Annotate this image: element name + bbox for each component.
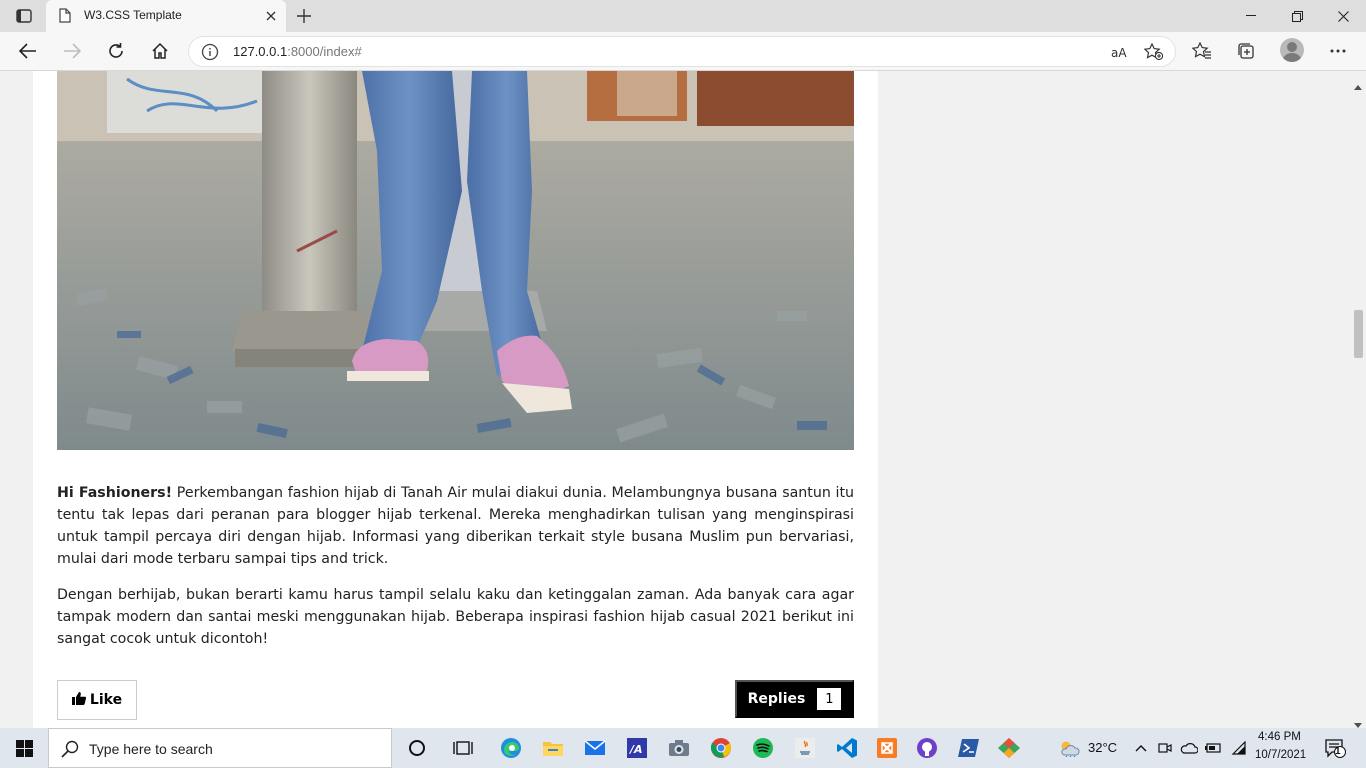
git-icon[interactable] [996, 736, 1022, 760]
github-desktop-icon[interactable] [914, 736, 940, 760]
search-placeholder: Type here to search [89, 741, 213, 757]
like-button[interactable]: Like [57, 680, 137, 720]
restore-icon[interactable] [1274, 0, 1320, 32]
blog-post-card: Hi Fashioners! Perkembangan fashion hija… [33, 71, 878, 728]
post-photo [57, 71, 854, 450]
spotify-icon[interactable] [750, 736, 776, 760]
like-label: Like [89, 692, 123, 708]
replies-button[interactable]: Replies 1 [735, 680, 854, 718]
task-view-icon[interactable] [450, 736, 476, 760]
vscode-icon[interactable] [834, 736, 860, 760]
close-window-icon[interactable] [1320, 0, 1366, 32]
wifi-icon[interactable] [1226, 736, 1252, 760]
page-viewport: Hi Fashioners! Perkembangan fashion hija… [0, 71, 1350, 728]
replies-label: Replies [747, 691, 806, 707]
powershell-icon[interactable] [956, 736, 982, 760]
collections-icon[interactable] [1231, 37, 1261, 65]
java-icon[interactable] [792, 736, 818, 760]
chevron-up-icon[interactable] [1128, 736, 1154, 760]
svg-text:/A: /A [628, 743, 643, 756]
minimize-icon[interactable] [1228, 0, 1274, 32]
tab-actions-icon[interactable] [10, 6, 38, 26]
favorites-icon[interactable] [1187, 37, 1217, 65]
scrollbar-thumb[interactable] [1354, 310, 1363, 358]
thumbs-up-icon [71, 691, 86, 709]
read-aloud-icon[interactable]: aA [1109, 42, 1131, 62]
back-arrow-icon[interactable] [13, 37, 43, 65]
windows-taskbar: Type here to search /A 32°C 4:46 PM 10/7… [0, 728, 1366, 768]
article-greeting: Hi Fashioners! [57, 485, 173, 501]
profile-avatar[interactable] [1280, 38, 1304, 62]
weather-icon[interactable] [1056, 736, 1082, 760]
file-explorer-icon[interactable] [540, 736, 566, 760]
article-paragraph-1: Hi Fashioners! Perkembangan fashion hija… [57, 482, 854, 570]
home-icon[interactable] [145, 37, 175, 65]
clock-time[interactable]: 4:46 PM [1258, 731, 1301, 743]
address-bar[interactable]: 127.0.0.1:8000/index# aA [188, 36, 1176, 67]
tab-title: W3.CSS Template [84, 8, 182, 22]
browser-toolbar: 127.0.0.1:8000/index# aA [0, 32, 1366, 71]
search-icon [61, 740, 79, 762]
page-scrollbar[interactable] [1350, 71, 1366, 728]
windows-start-icon[interactable] [0, 728, 48, 768]
replies-count-badge: 1 [817, 688, 842, 710]
url-host: 127.0.0.1 [233, 44, 288, 59]
edge-icon[interactable] [498, 736, 524, 760]
chrome-icon[interactable] [708, 736, 734, 760]
xampp-icon[interactable] [874, 736, 900, 760]
forward-arrow-icon[interactable] [57, 37, 87, 65]
camera-icon[interactable] [666, 736, 692, 760]
scroll-up-icon[interactable] [1354, 75, 1362, 94]
info-icon[interactable] [201, 43, 219, 65]
new-tab-icon[interactable] [292, 5, 316, 27]
url-text: 127.0.0.1:8000/index# [233, 44, 362, 59]
onedrive-icon[interactable] [1176, 736, 1202, 760]
article-paragraph-2: Dengan berhijab, bukan berarti kamu haru… [57, 587, 854, 647]
taskbar-search-input[interactable]: Type here to search [48, 728, 392, 768]
article-paragraph-1-text: Perkembangan fashion hijab di Tanah Air … [57, 485, 855, 567]
mail-icon[interactable] [582, 736, 608, 760]
browser-tab[interactable]: W3.CSS Template [46, 0, 286, 32]
clock-date[interactable]: 10/7/2021 [1255, 749, 1306, 761]
notification-count: 1 [1335, 746, 1341, 757]
refresh-icon[interactable] [101, 37, 131, 65]
add-favorite-icon[interactable] [1143, 42, 1165, 62]
browser-tab-bar: W3.CSS Template [0, 0, 1366, 32]
url-path: :8000/index# [287, 44, 362, 59]
cortana-icon[interactable] [404, 736, 430, 760]
meet-now-icon[interactable] [1152, 736, 1178, 760]
close-tab-icon[interactable] [262, 7, 280, 25]
svg-text:aA: aA [1111, 46, 1127, 59]
page-icon [59, 8, 71, 27]
weather-temperature: 32°C [1088, 740, 1118, 755]
battery-icon[interactable] [1200, 736, 1226, 760]
visual-studio-app-icon[interactable]: /A [624, 736, 650, 760]
more-icon[interactable] [1323, 37, 1353, 65]
